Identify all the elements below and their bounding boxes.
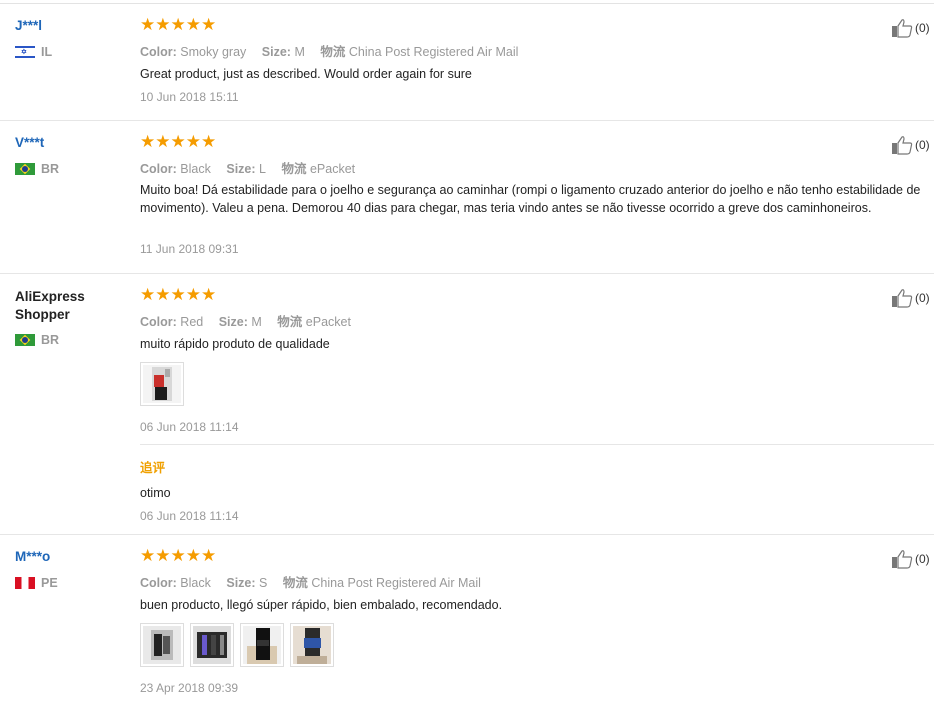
review-photo-thumbnail[interactable]	[190, 623, 234, 667]
followup-text: otimo	[140, 486, 171, 500]
shipping-value: China Post Registered Air Mail	[348, 45, 519, 59]
product-photo-icon	[193, 626, 231, 664]
feedback-list: J***l ✡ IL ★★★★★ Color: Smoky gray Size:…	[0, 0, 950, 702]
reviewer-name[interactable]: V***t	[15, 135, 44, 150]
review-divider	[0, 273, 934, 274]
product-photo-icon	[143, 365, 181, 403]
review-photo-thumbnail[interactable]	[140, 623, 184, 667]
thumbs-up-icon	[892, 550, 913, 569]
color-label: Color:	[140, 162, 177, 176]
rating-stars: ★★★★★	[140, 285, 217, 304]
review-text: Muito boa! Dá estabilidade para o joelho…	[140, 183, 921, 215]
reviewer-country: PE	[15, 576, 58, 590]
order-info: Color: Black Size: S 物流 China Post Regis…	[140, 572, 481, 591]
reviewer-country: ✡ IL	[15, 45, 52, 59]
size-value: M	[251, 315, 262, 329]
reviewer-name: AliExpress Shopper	[15, 289, 85, 322]
order-info: Color: Red Size: M 物流 ePacket	[140, 311, 351, 330]
color-value: Red	[180, 315, 204, 329]
review-date: 10 Jun 2018 15:11	[140, 90, 239, 104]
color-value: Smoky gray	[180, 45, 247, 59]
review-text: buen producto, llegó súper rápido, bien …	[140, 598, 503, 612]
like-count: (0)	[915, 21, 930, 35]
israel-flag-icon: ✡	[15, 46, 35, 58]
review-photo-thumbnail[interactable]	[140, 362, 184, 406]
thumbs-up-icon	[892, 136, 913, 155]
color-label: Color:	[140, 45, 177, 59]
top-divider	[0, 3, 934, 4]
rating-stars: ★★★★★	[140, 15, 217, 34]
like-count: (0)	[915, 291, 930, 305]
country-code: IL	[41, 45, 53, 59]
shipping-label: 物流	[277, 315, 303, 329]
shipping-label: 物流	[281, 162, 307, 176]
country-code: PE	[41, 576, 58, 590]
rating-stars: ★★★★★	[140, 132, 217, 151]
shipping-value: ePacket	[309, 162, 356, 176]
shipping-value: ePacket	[305, 315, 351, 329]
size-label: Size:	[226, 162, 256, 176]
reviewer-name[interactable]: J***l	[15, 18, 42, 33]
followup-divider	[140, 444, 934, 445]
review-date: 23 Apr 2018 09:39	[140, 681, 239, 695]
rating-stars: ★★★★★	[140, 546, 217, 565]
like-count: (0)	[915, 552, 930, 566]
reviewer-country: BR	[15, 333, 59, 347]
review-photo-thumbnail[interactable]	[240, 623, 284, 667]
review-date: 11 Jun 2018 09:31	[140, 242, 239, 256]
product-photo-icon	[243, 626, 281, 664]
like-button[interactable]: (0)	[891, 18, 930, 38]
order-info: Color: Smoky gray Size: M 物流 China Post …	[140, 41, 518, 60]
like-button[interactable]: (0)	[891, 288, 930, 308]
review-text: Great product, just as described. Would …	[140, 67, 472, 81]
shipping-label: 物流	[282, 576, 308, 590]
shipping-value: China Post Registered Air Mail	[311, 576, 481, 590]
country-code: BR	[41, 162, 60, 176]
size-value: S	[259, 576, 268, 590]
peru-flag-icon	[15, 577, 35, 589]
size-label: Size:	[226, 576, 256, 590]
color-value: Black	[180, 162, 211, 176]
thumbs-up-icon	[892, 289, 913, 308]
followup-label: 追评	[140, 461, 166, 475]
size-label: Size:	[261, 45, 291, 59]
followup-date: 06 Jun 2018 11:14	[140, 509, 239, 523]
review-date: 06 Jun 2018 11:14	[140, 420, 239, 434]
brazil-flag-icon	[15, 334, 35, 346]
product-photo-icon	[143, 626, 181, 664]
size-value: M	[294, 45, 305, 59]
shipping-label: 物流	[320, 45, 346, 59]
thumbs-up-icon	[892, 19, 913, 38]
review-divider	[0, 120, 934, 121]
review-photo-thumbnail[interactable]	[290, 623, 334, 667]
review-text: muito rápido produto de qualidade	[140, 337, 330, 351]
color-label: Color:	[140, 315, 177, 329]
size-value: L	[259, 162, 266, 176]
review-divider	[0, 534, 934, 535]
product-photo-icon	[293, 626, 331, 664]
order-info: Color: Black Size: L 物流 ePacket	[140, 158, 355, 177]
country-code: BR	[41, 333, 60, 347]
like-button[interactable]: (0)	[891, 549, 930, 569]
reviewer-country: BR	[15, 162, 59, 176]
size-label: Size:	[218, 315, 248, 329]
reviewer-name[interactable]: M***o	[15, 549, 50, 564]
color-label: Color:	[140, 576, 177, 590]
like-count: (0)	[915, 138, 930, 152]
color-value: Black	[180, 576, 211, 590]
like-button[interactable]: (0)	[891, 135, 930, 155]
review-photos	[140, 362, 184, 406]
review-photos	[140, 623, 334, 667]
brazil-flag-icon	[15, 163, 35, 175]
